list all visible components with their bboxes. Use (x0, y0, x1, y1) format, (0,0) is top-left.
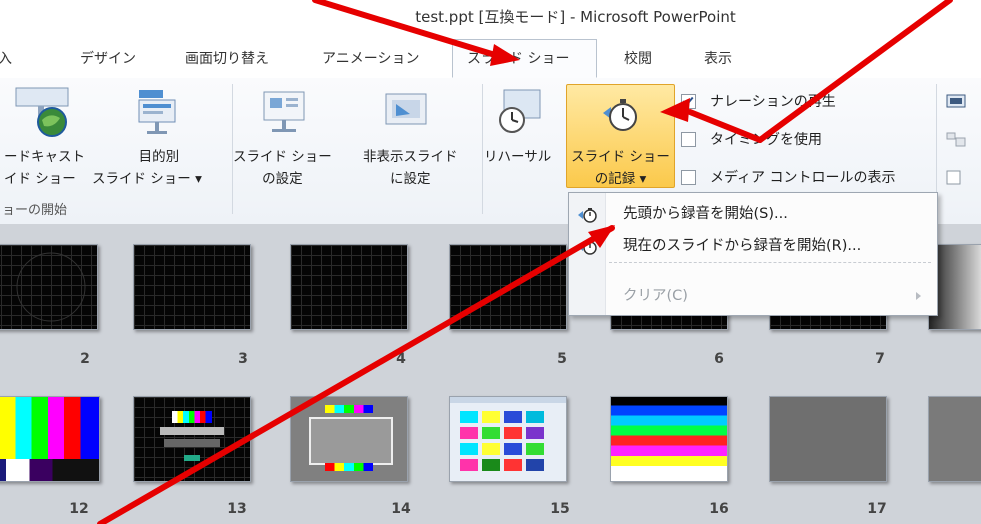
slide-number: 2 (80, 351, 90, 367)
custom-show-icon (135, 88, 179, 140)
menu-separator (609, 262, 931, 263)
slide-thumbnail[interactable] (449, 244, 567, 330)
record-from-beginning-label: 先頭から録音を開始(S)... (623, 206, 788, 222)
slide-thumbnail[interactable] (290, 396, 408, 482)
tab-slide-show[interactable]: スライド ショー (452, 39, 597, 78)
slide-number: 4 (396, 351, 406, 367)
tab-review[interactable]: 校閲 (624, 40, 652, 78)
slide-number: 17 (867, 501, 887, 517)
record-from-current-item[interactable]: 現在のスライドから録音を開始(R)... (569, 231, 937, 261)
broadcast-label-1: ードキャスト (4, 149, 85, 165)
title-bar: test.ppt [互換モード] - Microsoft PowerPoint (0, 0, 981, 30)
record-from-current-label: 現在のスライドから録音を開始(R)... (623, 238, 862, 254)
clear-item[interactable]: クリア(C) (569, 281, 937, 311)
record-stopwatch-icon (601, 95, 641, 139)
slide-number: 13 (227, 501, 247, 517)
rehearse-label: リハーサル (484, 149, 552, 165)
setup-show-icon (262, 88, 308, 142)
tab-design[interactable]: デザイン (80, 40, 136, 78)
show-media-controls-label: メディア コントロールの表示 (710, 170, 896, 186)
play-narrations-label: ナレーションの再生 (710, 94, 836, 110)
rehearse-timings-icon (496, 88, 544, 140)
tab-transitions[interactable]: 画面切り替え (185, 40, 269, 78)
hide-slide-button[interactable]: 非表示スライド に設定 (363, 146, 458, 190)
slide-thumbnail[interactable] (610, 396, 728, 482)
checkbox-unchecked[interactable] (681, 169, 696, 185)
slide-thumbnail[interactable] (133, 396, 251, 482)
setup-show-label-1: スライド ショー (233, 149, 332, 165)
monitor-icon[interactable] (946, 94, 966, 114)
slide-number: 6 (714, 351, 724, 367)
checkbox-unchecked[interactable] (681, 131, 696, 147)
custom-show-button[interactable]: 目的別 スライド ショー ▾ (92, 146, 202, 190)
tab-animations[interactable]: アニメーション (322, 40, 419, 78)
slide-thumbnail[interactable] (0, 244, 98, 330)
custom-show-label-2: スライド ショー ▾ (92, 171, 202, 187)
checkbox-checked[interactable] (681, 93, 696, 109)
broadcast-button[interactable]: ードキャスト イド ショー (4, 146, 85, 190)
checkbox-partial[interactable] (946, 170, 962, 190)
broadcast-label-2: イド ショー (4, 171, 76, 187)
record-stopwatch-icon (577, 237, 599, 267)
tab-insert[interactable]: 挿入 (0, 40, 12, 78)
hide-slide-label-1: 非表示スライド (363, 149, 458, 165)
record-label-2: の記録 ▾ (594, 171, 647, 187)
setup-show-button[interactable]: スライド ショー の設定 (233, 146, 332, 190)
slide-thumbnail[interactable] (928, 396, 981, 482)
slide-number: 7 (875, 351, 885, 367)
tab-view[interactable]: 表示 (704, 40, 732, 78)
broadcast-icon (14, 86, 72, 144)
slide-number: 16 (709, 501, 729, 517)
slide-number: 14 (391, 501, 411, 517)
record-label-1: スライド ショー (571, 149, 670, 165)
submenu-arrow-icon (916, 292, 921, 300)
slide-number: 12 (69, 501, 89, 517)
slide-number: 3 (238, 351, 248, 367)
slide-thumbnail[interactable] (449, 396, 567, 482)
hide-slide-icon (384, 90, 430, 134)
record-dropdown-menu: 先頭から録音を開始(S)... 現在のスライドから録音を開始(R)... クリア… (568, 192, 938, 316)
slide-thumbnail[interactable] (0, 396, 100, 482)
ribbon-tabs: 挿入 デザイン 画面切り替え アニメーション スライド ショー 校閲 表示 (0, 39, 981, 79)
record-from-beginning-item[interactable]: 先頭から録音を開始(S)... (569, 199, 937, 229)
record-slide-show-button[interactable]: スライド ショー の記録 ▾ (566, 84, 675, 188)
slide-number: 5 (557, 351, 567, 367)
group-separator (482, 84, 483, 214)
slide-number: 15 (550, 501, 570, 517)
slide-thumbnail[interactable] (290, 244, 408, 330)
slide-thumbnail[interactable] (769, 396, 887, 482)
clear-label: クリア(C) (623, 288, 688, 304)
group-start-label: ョーの開始 (2, 203, 68, 218)
window-title: test.ppt [互換モード] - Microsoft PowerPoint (415, 8, 736, 26)
use-timings-label: タイミングを使用 (710, 132, 822, 148)
use-timings-checkbox[interactable]: タイミングを使用 (681, 128, 822, 152)
setup-show-label-2: の設定 (262, 171, 303, 187)
custom-show-label-1: 目的別 (138, 149, 180, 165)
show-media-controls-checkbox[interactable]: メディア コントロールの表示 (681, 166, 895, 190)
slide-thumbnail[interactable] (133, 244, 251, 330)
play-narrations-checkbox[interactable]: ナレーションの再生 (681, 90, 836, 114)
hide-slide-label-2: に設定 (390, 171, 431, 187)
rehearse-timings-button[interactable]: リハーサル (484, 146, 551, 168)
presenter-view-icon[interactable] (946, 132, 966, 152)
